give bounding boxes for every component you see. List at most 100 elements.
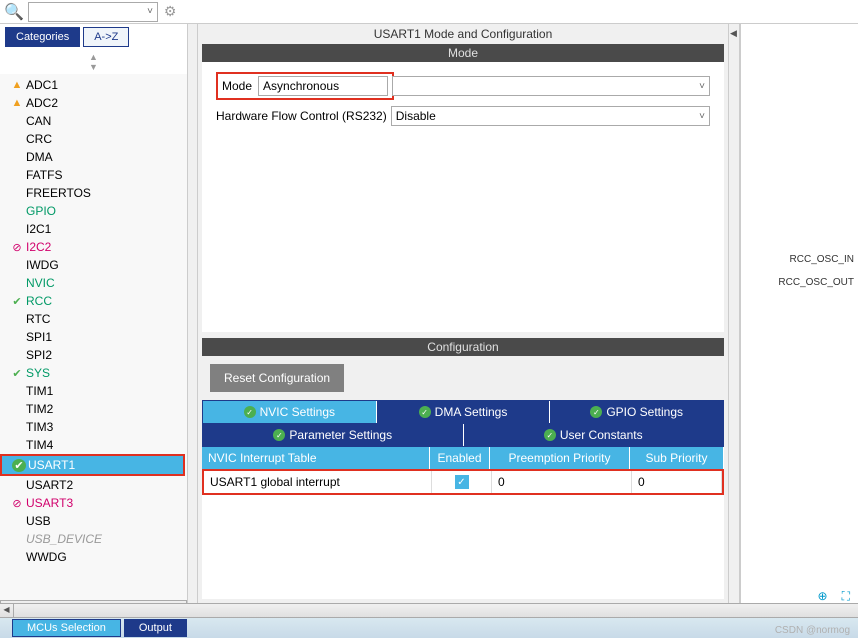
tree-item-spi1[interactable]: SPI1 [0,328,187,346]
warning-icon: ▲ [10,79,24,91]
search-input[interactable]: ˅ [28,2,158,22]
pin-rcc-osc-out: RCC_OSC_OUT [745,277,854,288]
tab-output[interactable]: Output [124,619,187,637]
tree-item-usart1[interactable]: ✔USART1 [2,456,183,474]
tree-item-label: RTC [26,312,183,326]
tree-item-label: USB_DEVICE [26,532,183,546]
settings-tab-dma-settings[interactable]: ✓DMA Settings [377,401,551,423]
check-icon: ✓ [590,406,602,418]
col-interrupt-name: NVIC Interrupt Table [202,447,430,469]
tree-item-label: DMA [26,150,183,164]
tree-item-nvic[interactable]: NVIC [0,274,187,292]
col-sub: Sub Priority [630,447,724,469]
tree-item-label: I2C1 [26,222,183,236]
watermark: CSDN @normog [775,625,850,636]
hw-flow-label: Hardware Flow Control (RS232) [216,109,387,123]
tree-item-i2c1[interactable]: I2C1 [0,220,187,238]
col-preempt: Preemption Priority [490,447,630,469]
tree-item-label: TIM1 [26,384,183,398]
tree-item-usart2[interactable]: USART2 [0,476,187,494]
settings-tab-gpio-settings[interactable]: ✓GPIO Settings [550,401,723,423]
tree-item-fatfs[interactable]: FATFS [0,166,187,184]
tree-item-usb_device[interactable]: USB_DEVICE [0,530,187,548]
tree-item-label: FREERTOS [26,186,183,200]
fullscreen-icon[interactable]: ⛶ [842,589,850,604]
tree-item-label: ADC1 [26,78,183,92]
mode-select[interactable]: Asynchronous [258,76,388,96]
tree-item-label: GPIO [26,204,183,218]
tree-item-tim4[interactable]: TIM4 [0,436,187,454]
tree-item-wwdg[interactable]: WWDG [0,548,187,566]
tree-item-label: NVIC [26,276,183,290]
tree-item-label: WWDG [26,550,183,564]
settings-tab-user-constants[interactable]: ✓User Constants [464,424,724,446]
sidebar-tab-az[interactable]: A->Z [83,27,129,47]
tree-item-label: ADC2 [26,96,183,110]
tree-item-label: TIM2 [26,402,183,416]
expand-arrow[interactable] [728,24,740,614]
panel-title: USART1 Mode and Configuration [202,24,724,44]
sidebar-tab-categories[interactable]: Categories [5,27,80,47]
tree-item-freertos[interactable]: FREERTOS [0,184,187,202]
disabled-icon: ⊘ [10,497,24,510]
tree-item-sys[interactable]: ✔SYS [0,364,187,382]
tree-item-iwdg[interactable]: IWDG [0,256,187,274]
tree-item-rtc[interactable]: RTC [0,310,187,328]
check-icon: ✓ [244,406,256,418]
tree-item-gpio[interactable]: GPIO [0,202,187,220]
tree-item-label: USB [26,514,183,528]
pin-rcc-osc-in: RCC_OSC_IN [745,254,854,265]
tree-item-can[interactable]: CAN [0,112,187,130]
chevron-down-icon: ˅ [147,6,153,17]
tree-item-rcc[interactable]: ✔RCC [0,292,187,310]
tree-item-label: USART1 [28,458,179,472]
tree-item-adc2[interactable]: ▲ADC2 [0,94,187,112]
enabled-checkbox[interactable]: ✓ [455,475,469,489]
tree-item-label: USART3 [26,496,183,510]
check-icon: ✔ [12,459,26,472]
check-icon: ✔ [10,295,24,308]
tree-item-dma[interactable]: DMA [0,148,187,166]
tree-item-label: FATFS [26,168,183,182]
gear-icon[interactable]: ⚙ [164,3,177,20]
tree-item-tim2[interactable]: TIM2 [0,400,187,418]
tree-item-label: SYS [26,366,183,380]
config-section-header: Configuration [202,338,724,356]
nvic-interrupt-row[interactable]: USART1 global interrupt ✓ 0 0 [204,471,722,493]
tree-item-label: I2C2 [26,240,183,254]
tree-item-label: RCC [26,294,183,308]
tree-item-crc[interactable]: CRC [0,130,187,148]
mode-section-header: Mode [202,44,724,62]
tree-item-label: CAN [26,114,183,128]
tree-item-label: IWDG [26,258,183,272]
settings-tab-nvic-settings[interactable]: ✓NVIC Settings [203,401,377,423]
tree-item-label: SPI1 [26,330,183,344]
check-icon: ✓ [544,429,556,441]
tree-item-label: CRC [26,132,183,146]
tree-item-label: SPI2 [26,348,183,362]
tree-item-label: TIM3 [26,420,183,434]
tree-item-spi2[interactable]: SPI2 [0,346,187,364]
hw-flow-select[interactable]: Disable˅ [391,106,710,126]
peripheral-tree: ▲ADC1▲ADC2CANCRCDMAFATFSFREERTOSGPIOI2C1… [0,74,187,614]
tab-mcus-selection[interactable]: MCUs Selection [12,619,121,637]
reset-config-button[interactable]: Reset Configuration [210,364,344,392]
mode-label: Mode [222,79,252,93]
check-icon: ✓ [419,406,431,418]
tree-item-tim1[interactable]: TIM1 [0,382,187,400]
check-icon: ✓ [273,429,285,441]
col-enabled: Enabled [430,447,490,469]
zoom-in-icon[interactable]: ⊕ [818,589,828,604]
disabled-icon: ⊘ [10,241,24,254]
scroll-left-arrow[interactable]: ◀ [0,604,14,617]
tree-item-adc1[interactable]: ▲ADC1 [0,76,187,94]
check-icon: ✔ [10,367,24,380]
sort-icon[interactable]: ▲▼ [0,50,187,74]
tree-item-usb[interactable]: USB [0,512,187,530]
tree-item-usart3[interactable]: ⊘USART3 [0,494,187,512]
settings-tab-parameter-settings[interactable]: ✓Parameter Settings [203,424,464,446]
search-icon: 🔍 [4,2,24,22]
mode-select-ext[interactable]: ˅ [392,76,710,96]
tree-item-tim3[interactable]: TIM3 [0,418,187,436]
tree-item-i2c2[interactable]: ⊘I2C2 [0,238,187,256]
